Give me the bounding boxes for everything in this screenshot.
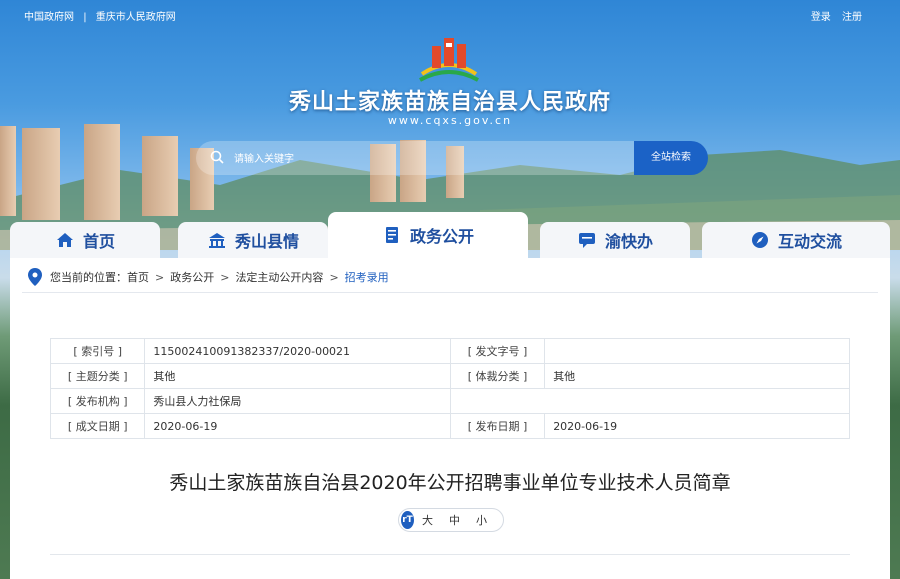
site-search-button[interactable]: 全站检索 [634, 141, 708, 175]
link-chongqing-gov[interactable]: 重庆市人民政府网 [96, 12, 176, 23]
table-row: [ 索引号 ] 11500241009138​2337/2020-00021 [… [49, 338, 850, 364]
index-label: [ 索引号 ] [49, 338, 146, 364]
font-size-medium[interactable]: 中 [449, 512, 460, 528]
site-title: 秀山土家族苗族自治县人民政府 [288, 90, 611, 115]
search-bar: 全站检索 [196, 141, 708, 175]
breadcrumb-separator: > [155, 270, 165, 284]
tab-label: 互动交流 [777, 232, 842, 251]
tab-gov-affairs[interactable]: 政务公开 [328, 212, 528, 258]
document-meta-table: [ 索引号 ] 11500241009138​2337/2020-00021 [… [49, 338, 851, 439]
search-box [196, 141, 634, 175]
genre-label: [ 体裁分类 ] [449, 363, 546, 389]
table-row: [ 发布机构 ] 秀山县人力社保局 [49, 388, 851, 414]
breadcrumb-prefix: 您当前的位置： [50, 271, 127, 284]
search-input[interactable] [232, 149, 626, 169]
table-row: [ 成文日期 ] 2020-06-19 [ 发布日期 ] 2020-06-19 [49, 413, 850, 439]
top-bar: 中国政府网 | 重庆市人民政府网 登录 注册 [0, 0, 900, 28]
compass-icon [751, 232, 768, 248]
docno-label: [ 发文字号 ] [449, 338, 546, 364]
government-logo [419, 38, 479, 82]
breadcrumb-separator: > [220, 270, 230, 284]
org-label: [ 发布机构 ] [49, 388, 146, 414]
published-value: 2020-06-19 [544, 413, 850, 439]
register-link[interactable]: 注册 [842, 12, 862, 23]
index-value: 11500241009138​2337/2020-00021 [144, 338, 451, 364]
login-link[interactable]: 登录 [811, 12, 831, 23]
font-size-large[interactable]: 大 [422, 512, 433, 528]
document-icon [385, 227, 398, 243]
tab-label: 首页 [82, 232, 115, 251]
content-panel: 您当前的位置： 首页 > 政务公开 > 法定主动公开内容 > 招考录用 [ 索引… [10, 258, 890, 579]
article-title: 秀山土家族苗族自治县2020年公开招聘事业单位专业技术人员简章 [169, 472, 731, 494]
breadcrumb: 您当前的位置： 首页 > 政务公开 > 法定主动公开内容 > 招考录用 [22, 262, 878, 293]
font-size-small[interactable]: 小 [476, 512, 487, 528]
location-pin-icon [28, 268, 42, 286]
breadcrumb-separator: > [329, 270, 339, 284]
link-china-gov[interactable]: 中国政府网 [24, 12, 74, 23]
home-icon [56, 233, 73, 247]
tab-interaction[interactable]: 互动交流 [702, 222, 890, 258]
search-icon [210, 150, 224, 164]
chat-icon [578, 233, 595, 248]
font-size-switcher: rT 大 中 小 [398, 508, 504, 532]
created-value: 2020-06-19 [144, 413, 451, 439]
building [84, 124, 120, 220]
building [142, 136, 178, 216]
building [0, 126, 16, 216]
gov-links: 中国政府网 | 重庆市人民政府网 [24, 8, 182, 23]
breadcrumb-home[interactable]: 首页 [127, 269, 149, 285]
empty-cell [449, 388, 851, 414]
main-nav: 首页 秀山县情 政务公开 渝快办 互动交流 [10, 212, 890, 258]
account-links: 登录 注册 [803, 8, 862, 23]
tab-label: 政务公开 [409, 227, 474, 246]
building-icon [208, 233, 225, 248]
tab-label: 秀山县情 [234, 232, 299, 251]
topic-label: [ 主题分类 ] [49, 363, 146, 389]
tab-label: 渝快办 [604, 232, 653, 251]
site-url: www.cqxs.gov.cn [387, 114, 513, 127]
tab-home[interactable]: 首页 [10, 222, 160, 258]
tab-yukuaiban[interactable]: 渝快办 [540, 222, 690, 258]
link-divider: | [83, 12, 87, 23]
published-label: [ 发布日期 ] [449, 413, 546, 439]
building [22, 128, 60, 220]
breadcrumb-gov-affairs[interactable]: 政务公开 [170, 269, 214, 285]
created-label: [ 成文日期 ] [49, 413, 146, 439]
breadcrumb-statutory[interactable]: 法定主动公开内容 [235, 269, 323, 285]
font-size-icon: rT [401, 511, 414, 529]
breadcrumb-current[interactable]: 招考录用 [345, 269, 389, 285]
table-row: [ 主题分类 ] 其他 [ 体裁分类 ] 其他 [49, 363, 850, 389]
topic-value: 其他 [144, 363, 451, 389]
org-value: 秀山县人力社保局 [144, 388, 451, 414]
docno-value [544, 338, 850, 364]
divider [50, 554, 850, 555]
tab-county-info[interactable]: 秀山县情 [178, 222, 328, 258]
genre-value: 其他 [544, 363, 850, 389]
